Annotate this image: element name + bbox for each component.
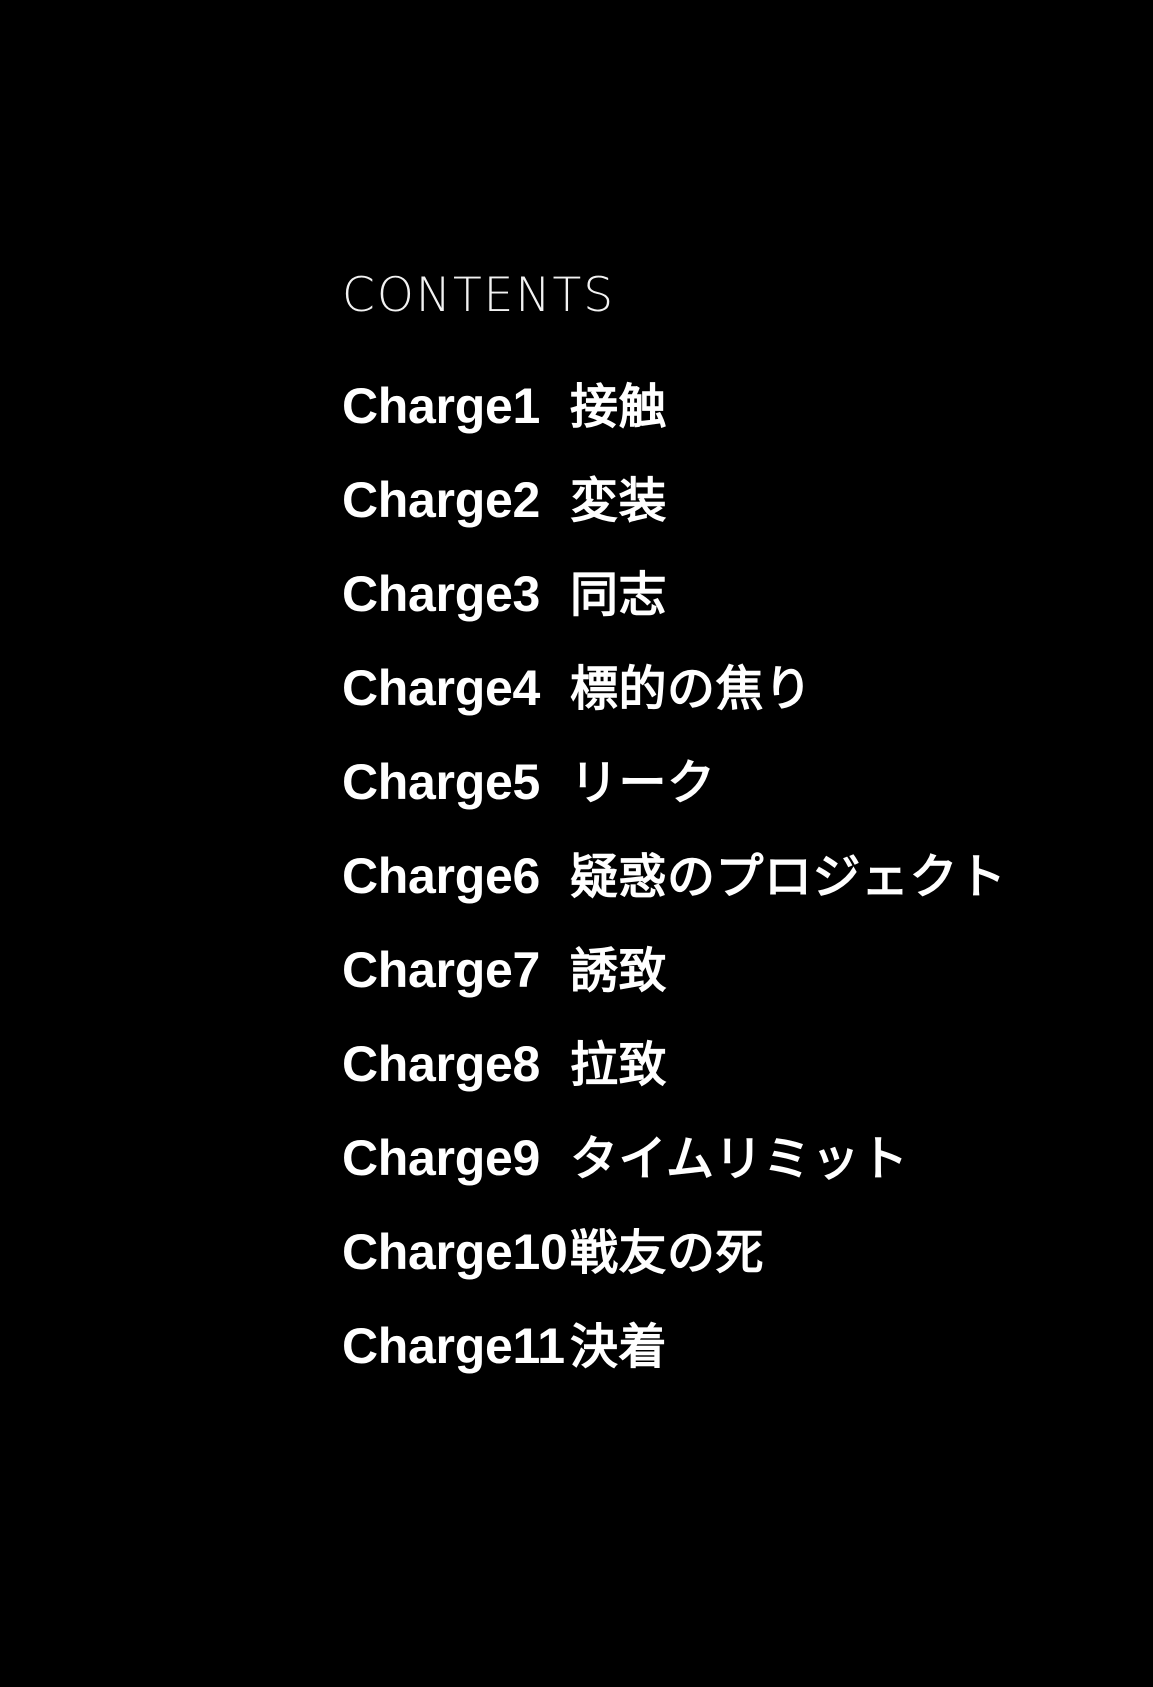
list-item[interactable]: Charge9 タイムリミット (342, 1133, 1102, 1227)
list-item[interactable]: Charge5 リーク (342, 757, 1102, 851)
toc-entry-title: 接触 (570, 381, 668, 434)
list-item[interactable]: Charge7 誘致 (342, 945, 1102, 1039)
toc-entry-number: Charge3 (342, 566, 540, 622)
toc-entry-number: Charge5 (342, 754, 540, 810)
list-item[interactable]: Charge2 変装 (342, 475, 1102, 569)
toc-entry-title: リーク (570, 757, 716, 810)
list-item[interactable]: Charge6 疑惑のプロジェクト (342, 851, 1102, 945)
list-item[interactable]: Charge8 拉致 (342, 1039, 1102, 1133)
toc-entry-number: Charge7 (342, 942, 540, 998)
toc-entry-number: Charge9 (342, 1130, 540, 1186)
list-item[interactable]: Charge10 戦友の死 (342, 1227, 1102, 1321)
toc-entry-number: Charge6 (342, 848, 540, 904)
toc-entry-number: Charge2 (342, 472, 540, 528)
toc-entry-title: 標的の焦り (570, 663, 813, 716)
toc-entry-title: 同志 (570, 569, 668, 622)
toc-entry-title: 決着 (570, 1321, 668, 1374)
contents-page: CONTENTS Charge1 接触 Charge2 変装 Charge3 同… (0, 0, 1153, 1687)
toc-entry-number: Charge4 (342, 660, 540, 716)
list-item[interactable]: Charge1 接触 (342, 381, 1102, 475)
toc-entry-number: Charge11 (342, 1318, 565, 1374)
list-item[interactable]: Charge11 決着 (342, 1321, 1102, 1415)
list-item[interactable]: Charge3 同志 (342, 569, 1102, 663)
toc-entry-title: タイムリミット (570, 1133, 909, 1186)
toc-entry-number: Charge8 (342, 1036, 540, 1092)
toc-entry-list: Charge1 接触 Charge2 変装 Charge3 同志 Charge4… (342, 381, 1102, 1415)
toc-entry-title: 変装 (570, 475, 668, 528)
list-item[interactable]: Charge4 標的の焦り (342, 663, 1102, 757)
toc-entry-title: 戦友の死 (570, 1227, 765, 1280)
toc-entry-title: 疑惑のプロジェクト (570, 851, 1007, 904)
table-of-contents: CONTENTS Charge1 接触 Charge2 変装 Charge3 同… (342, 272, 1102, 1415)
page-title: CONTENTS (342, 268, 616, 323)
toc-entry-number: Charge10 (342, 1224, 568, 1280)
toc-entry-title: 誘致 (570, 945, 668, 998)
toc-entry-number: Charge1 (342, 378, 540, 434)
toc-entry-title: 拉致 (570, 1039, 668, 1092)
